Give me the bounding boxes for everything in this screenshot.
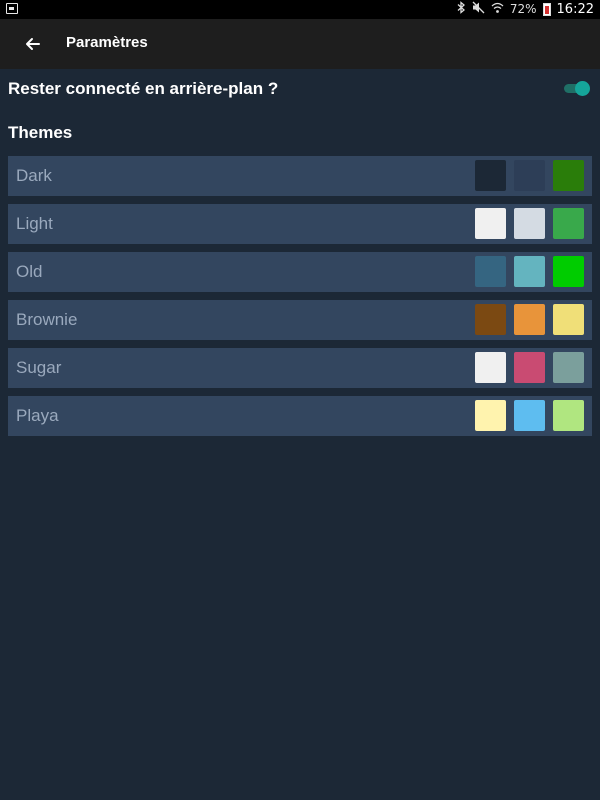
app-bar: Paramètres	[0, 19, 600, 69]
color-swatch	[553, 304, 584, 335]
color-swatch	[553, 160, 584, 191]
mute-icon	[472, 1, 485, 19]
color-swatch	[514, 352, 545, 383]
color-swatch	[475, 208, 506, 239]
clock: 16:22	[556, 2, 594, 17]
theme-swatches	[475, 304, 584, 335]
color-swatch	[475, 304, 506, 335]
color-swatch	[553, 352, 584, 383]
theme-item-dark[interactable]: Dark	[8, 156, 592, 196]
gallery-icon	[6, 3, 18, 14]
theme-name: Dark	[16, 166, 52, 185]
battery-icon	[542, 3, 551, 16]
background-toggle[interactable]	[564, 81, 590, 96]
color-swatch	[514, 160, 545, 191]
color-swatch	[475, 400, 506, 431]
color-swatch	[553, 400, 584, 431]
theme-swatches	[475, 160, 584, 191]
setting-label: Rester connecté en arrière-plan ?	[8, 79, 279, 98]
theme-name: Playa	[16, 406, 59, 425]
theme-name: Old	[16, 262, 43, 281]
theme-item-light[interactable]: Light	[8, 204, 592, 244]
color-swatch	[475, 160, 506, 191]
theme-item-playa[interactable]: Playa	[8, 396, 592, 436]
color-swatch	[514, 400, 545, 431]
color-swatch	[475, 352, 506, 383]
color-swatch	[553, 208, 584, 239]
theme-swatches	[475, 208, 584, 239]
theme-name: Light	[16, 214, 53, 233]
battery-percent: 72%	[509, 2, 537, 16]
color-swatch	[475, 256, 506, 287]
wifi-icon	[491, 1, 504, 19]
theme-item-old[interactable]: Old	[8, 252, 592, 292]
setting-background-connection: Rester connecté en arrière-plan ?	[8, 77, 592, 101]
section-title-themes: Themes	[8, 123, 73, 142]
theme-item-brownie[interactable]: Brownie	[8, 300, 592, 340]
color-swatch	[514, 256, 545, 287]
page-title: Paramètres	[66, 34, 148, 51]
theme-name: Brownie	[16, 310, 78, 329]
back-button[interactable]	[20, 32, 46, 56]
theme-item-sugar[interactable]: Sugar	[8, 348, 592, 388]
theme-swatches	[475, 352, 584, 383]
color-swatch	[553, 256, 584, 287]
status-icons: 72% 16:22	[456, 0, 594, 19]
bluetooth-icon	[456, 0, 466, 19]
theme-swatches	[475, 400, 584, 431]
color-swatch	[514, 208, 545, 239]
theme-name: Sugar	[16, 358, 62, 377]
toggle-thumb	[575, 81, 590, 96]
color-swatch	[514, 304, 545, 335]
arrow-left-icon	[26, 38, 40, 50]
theme-swatches	[475, 256, 584, 287]
status-bar: 72% 16:22	[0, 0, 600, 19]
theme-list: Dark Light Old Brownie Sugar Playa	[8, 156, 592, 444]
